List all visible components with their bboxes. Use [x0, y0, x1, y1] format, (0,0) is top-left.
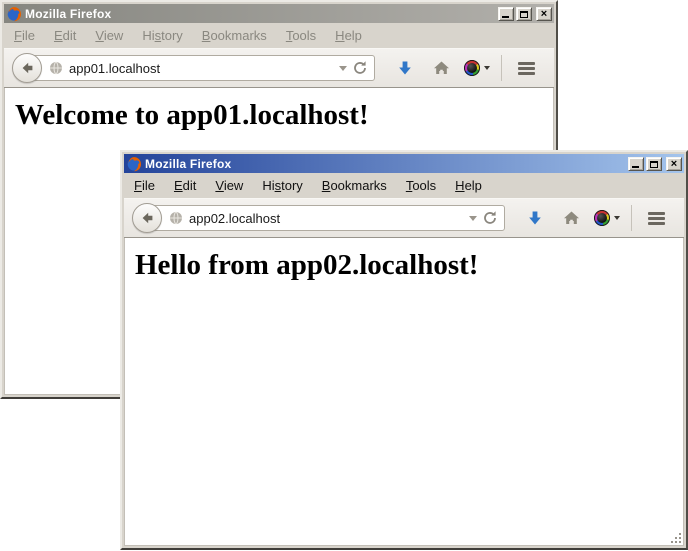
open-menu-button[interactable]	[638, 212, 674, 225]
reload-icon[interactable]	[352, 60, 368, 76]
menu-item-edit[interactable]: Edit	[48, 26, 82, 45]
titlebar[interactable]: Mozilla Firefox ×	[4, 4, 554, 23]
addon-dropdown-caret-icon	[484, 66, 490, 70]
reload-icon[interactable]	[482, 210, 498, 226]
window-title: Mozilla Firefox	[145, 157, 625, 171]
urlbar-dropdown-icon[interactable]	[469, 216, 477, 221]
menu-item-edit[interactable]: Edit	[168, 176, 202, 195]
toolbar-separator	[631, 205, 632, 231]
menu-item-file[interactable]: File	[8, 26, 41, 45]
url-text[interactable]: app02.localhost	[189, 211, 464, 226]
url-bar[interactable]: app01.localhost	[27, 55, 375, 81]
open-menu-button[interactable]	[508, 62, 544, 75]
globe-icon	[48, 60, 64, 76]
home-button[interactable]	[553, 210, 589, 226]
addon-dropdown-caret-icon	[614, 216, 620, 220]
url-bar[interactable]: app02.localhost	[147, 205, 505, 231]
home-icon	[563, 210, 580, 226]
maximize-button[interactable]	[516, 7, 532, 21]
back-arrow-icon	[19, 60, 35, 76]
minimize-button[interactable]	[628, 157, 644, 171]
home-button[interactable]	[423, 60, 459, 76]
firefox-logo-icon	[6, 6, 22, 22]
resize-grip[interactable]	[668, 530, 682, 544]
minimize-icon	[502, 13, 509, 18]
urlbar-dropdown-icon[interactable]	[339, 66, 347, 71]
window-title: Mozilla Firefox	[25, 7, 495, 21]
close-icon: ×	[541, 8, 547, 20]
menu-item-history[interactable]: History	[256, 176, 308, 195]
toolbar-separator	[501, 55, 502, 81]
downloads-button[interactable]	[387, 60, 423, 76]
close-button[interactable]: ×	[536, 7, 552, 21]
menu-item-help[interactable]: Help	[449, 176, 488, 195]
back-button[interactable]	[12, 53, 42, 83]
firefox-logo-icon	[126, 156, 142, 172]
minimize-icon	[632, 163, 639, 168]
page-heading: Hello from app02.localhost!	[135, 249, 683, 282]
menu-item-bookmarks[interactable]: Bookmarks	[196, 26, 273, 45]
maximize-icon	[650, 161, 658, 168]
navigation-toolbar: app02.localhost	[124, 198, 684, 238]
globe-icon	[168, 210, 184, 226]
download-arrow-icon	[527, 210, 543, 226]
menu-bar: File Edit View History Bookmarks Tools Help	[4, 23, 554, 48]
color-wheel-icon	[594, 210, 610, 226]
hamburger-icon	[648, 212, 665, 225]
firefox-window-app02[interactable]: Mozilla Firefox × File Edit View History Boo…	[120, 150, 688, 550]
page-content: Hello from app02.localhost!	[124, 238, 684, 546]
titlebar[interactable]: Mozilla Firefox ×	[124, 154, 684, 173]
menu-item-tools[interactable]: Tools	[280, 26, 322, 45]
minimize-button[interactable]	[498, 7, 514, 21]
back-arrow-icon	[139, 210, 155, 226]
navigation-toolbar: app01.localhost	[4, 48, 554, 88]
maximize-button[interactable]	[646, 157, 662, 171]
maximize-icon	[520, 11, 528, 18]
menu-item-bookmarks[interactable]: Bookmarks	[316, 176, 393, 195]
menu-item-file[interactable]: File	[128, 176, 161, 195]
menu-item-history[interactable]: History	[136, 26, 188, 45]
menu-item-help[interactable]: Help	[329, 26, 368, 45]
menu-item-tools[interactable]: Tools	[400, 176, 442, 195]
menu-item-view[interactable]: View	[209, 176, 249, 195]
home-icon	[433, 60, 450, 76]
menu-item-view[interactable]: View	[89, 26, 129, 45]
page-heading: Welcome to app01.localhost!	[15, 99, 553, 132]
url-text[interactable]: app01.localhost	[69, 61, 334, 76]
color-wheel-icon	[464, 60, 480, 76]
download-arrow-icon	[397, 60, 413, 76]
downloads-button[interactable]	[517, 210, 553, 226]
close-icon: ×	[671, 158, 677, 170]
back-button[interactable]	[132, 203, 162, 233]
hamburger-icon	[518, 62, 535, 75]
addon-button[interactable]	[589, 210, 625, 226]
menu-bar: File Edit View History Bookmarks Tools Help	[124, 173, 684, 198]
addon-button[interactable]	[459, 60, 495, 76]
close-button[interactable]: ×	[666, 157, 682, 171]
